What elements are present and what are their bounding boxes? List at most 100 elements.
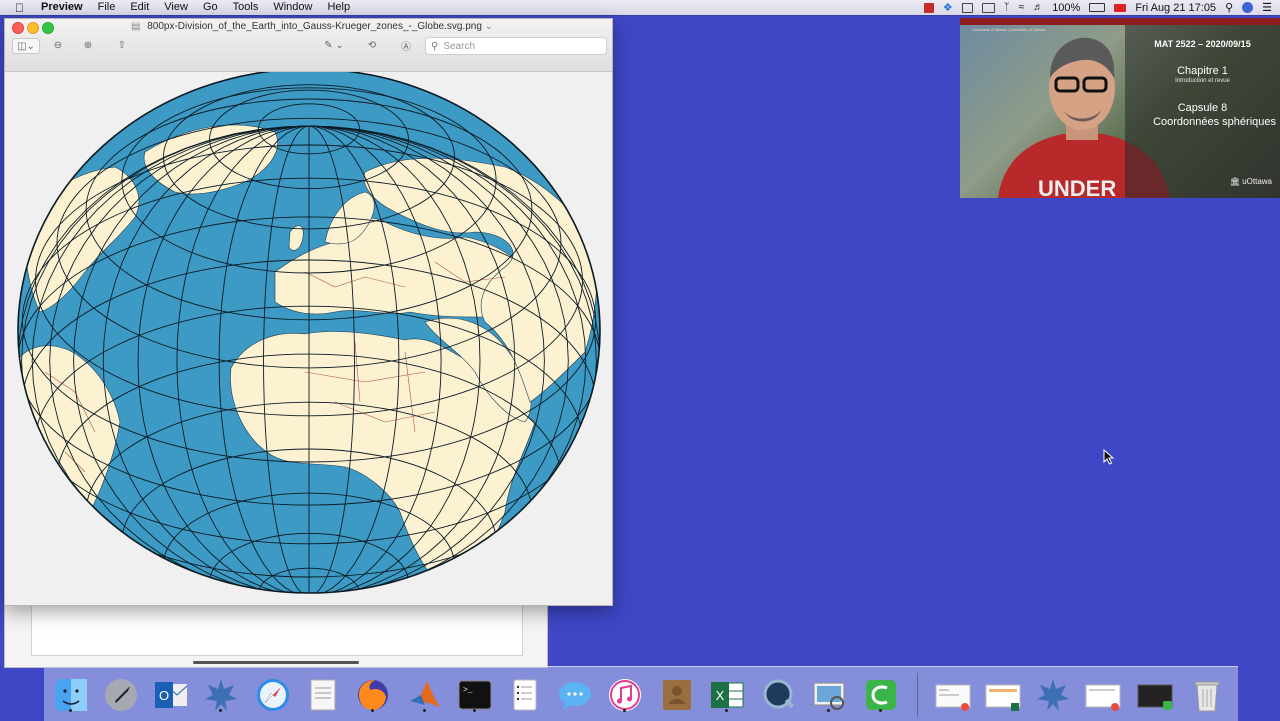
markup-pen-button[interactable]: ✎ ⌄ <box>316 38 352 52</box>
menu-go[interactable]: Go <box>203 0 218 15</box>
globe-image <box>17 68 601 594</box>
menu-help[interactable]: Help <box>327 0 350 15</box>
dock-textedit[interactable] <box>304 676 342 714</box>
capsule-title: Capsule 8 <box>1177 102 1228 114</box>
spotlight-icon[interactable]: ⚲ <box>1225 1 1233 14</box>
menu-file[interactable]: File <box>98 0 116 15</box>
record-icon[interactable] <box>923 2 934 13</box>
dock-outlook[interactable]: O <box>152 676 190 714</box>
dock-messages[interactable] <box>556 676 594 714</box>
dropbox-icon[interactable]: ❖ <box>943 1 953 14</box>
svg-text:>_: >_ <box>463 686 473 695</box>
dock-finder[interactable] <box>52 676 90 714</box>
preview-window[interactable]: ▤ 800px-Division_of_the_Earth_into_Gauss… <box>4 18 613 606</box>
menu-bar:  Preview File Edit View Go Tools Window… <box>0 0 1280 15</box>
excel-icon: X <box>711 682 744 708</box>
dock-maple[interactable] <box>202 676 240 714</box>
menu-view[interactable]: View <box>164 0 188 15</box>
close-button[interactable] <box>12 22 24 34</box>
window-thumbnail-icon <box>985 684 1021 711</box>
dock-preview[interactable] <box>810 676 848 714</box>
rotate-icon: ⟲ <box>367 39 377 51</box>
pen-icon: ✎ ⌄ <box>324 39 344 51</box>
uottawa-logo: 🏛 uOttawa <box>1229 177 1272 186</box>
dock-safari[interactable] <box>254 676 292 714</box>
clock[interactable]: Fri Aug 21 17:05 <box>1135 2 1216 14</box>
land-madagascar <box>534 506 547 536</box>
wifi-icon[interactable]: ≈ <box>1019 2 1025 13</box>
battery-icon[interactable] <box>1089 3 1106 12</box>
menu-tools[interactable]: Tools <box>233 0 259 15</box>
chapter-title: Chapitre 1 <box>1177 65 1228 77</box>
zoom-in-button[interactable]: ⊕ <box>79 38 97 52</box>
chevron-down-icon[interactable]: ⌄ <box>485 21 493 32</box>
dock-camtasia[interactable] <box>862 676 900 714</box>
background-window[interactable] <box>4 604 548 668</box>
display-icon[interactable] <box>981 2 995 13</box>
search-field[interactable]: ⚲ Search <box>425 37 607 55</box>
volume-icon[interactable]: ♬ <box>1033 2 1043 13</box>
dock-window-finder[interactable] <box>934 676 972 714</box>
dock-matlab[interactable] <box>406 676 444 714</box>
rocket-icon <box>105 679 137 711</box>
menu-edit[interactable]: Edit <box>130 0 149 15</box>
bluetooth-icon[interactable]: ᛉ <box>1004 2 1010 13</box>
terminal-icon: >_ <box>458 680 492 710</box>
window-thumbnail-icon <box>935 684 971 711</box>
menu-app-preview[interactable]: Preview <box>41 0 83 15</box>
maple-leaf-icon <box>205 679 237 711</box>
menu-window[interactable]: Window <box>273 0 312 15</box>
dock-firefox[interactable] <box>354 676 392 714</box>
notes-icon <box>513 679 537 711</box>
document-icon: ▤ <box>131 21 141 32</box>
background-window-content <box>31 605 523 656</box>
dock-excel[interactable]: X <box>708 676 746 714</box>
window-title-text: 800px-Division_of_the_Earth_into_Gauss-K… <box>147 21 482 32</box>
image-canvas[interactable] <box>5 68 612 605</box>
dock-quicktime[interactable] <box>760 676 798 714</box>
dock-launchpad[interactable] <box>102 676 140 714</box>
dock-itunes[interactable] <box>606 676 644 714</box>
markup-toolbar-button[interactable]: Ⓐ <box>397 38 415 53</box>
textedit-icon <box>310 679 336 711</box>
dock-maple-window[interactable] <box>1034 676 1072 714</box>
dock-notes[interactable] <box>506 676 544 714</box>
canada-flag-icon[interactable] <box>1114 3 1127 12</box>
apple-menu-icon[interactable]:  <box>15 1 27 15</box>
notification-center-icon[interactable]: ☰ <box>1262 1 1272 14</box>
music-icon <box>609 679 641 711</box>
screen-share-icon[interactable] <box>961 2 973 13</box>
dock-separator <box>917 673 918 717</box>
dock-window-excel[interactable] <box>984 676 1022 714</box>
capsule-subtitle: Coordonnées sphériques <box>1153 116 1276 128</box>
messages-icon <box>559 682 591 710</box>
dock-trash[interactable] <box>1188 676 1226 714</box>
uottawa-logo-text: uOttawa <box>1242 177 1272 186</box>
siri-icon[interactable] <box>1242 2 1254 13</box>
scrollbar[interactable] <box>193 661 359 664</box>
markup-icon: Ⓐ <box>401 41 411 53</box>
rotate-button[interactable]: ⟲ <box>363 38 381 52</box>
camtasia-icon <box>866 680 896 710</box>
window-title: ▤ 800px-Division_of_the_Earth_into_Gauss… <box>131 21 497 32</box>
quicktime-icon <box>763 679 794 709</box>
firefox-icon <box>358 680 388 710</box>
window-thumbnail-icon <box>1137 684 1173 710</box>
compass-icon <box>257 679 289 711</box>
sidebar-toggle-button[interactable]: ◫⌄ <box>12 38 40 54</box>
title-bar[interactable]: ▤ 800px-Division_of_the_Earth_into_Gauss… <box>5 19 612 72</box>
dock-contacts[interactable] <box>658 676 696 714</box>
sidebar-icon: ◫⌄ <box>17 40 35 52</box>
finder-icon <box>55 679 87 711</box>
minimize-button[interactable] <box>27 22 39 34</box>
dock-terminal[interactable]: >_ <box>456 676 494 714</box>
zoom-button[interactable] <box>42 22 54 34</box>
dock-window-terminal[interactable] <box>1136 676 1174 714</box>
window-thumbnail-icon <box>1085 684 1121 711</box>
mouse-cursor-icon <box>1103 449 1115 465</box>
share-button[interactable]: ⇧ <box>113 38 131 52</box>
preview-icon <box>813 682 845 710</box>
dock-window-preview[interactable] <box>1084 676 1122 714</box>
zoom-out-button[interactable]: ⊖ <box>49 38 67 52</box>
battery-percent[interactable]: 100% <box>1052 2 1080 14</box>
